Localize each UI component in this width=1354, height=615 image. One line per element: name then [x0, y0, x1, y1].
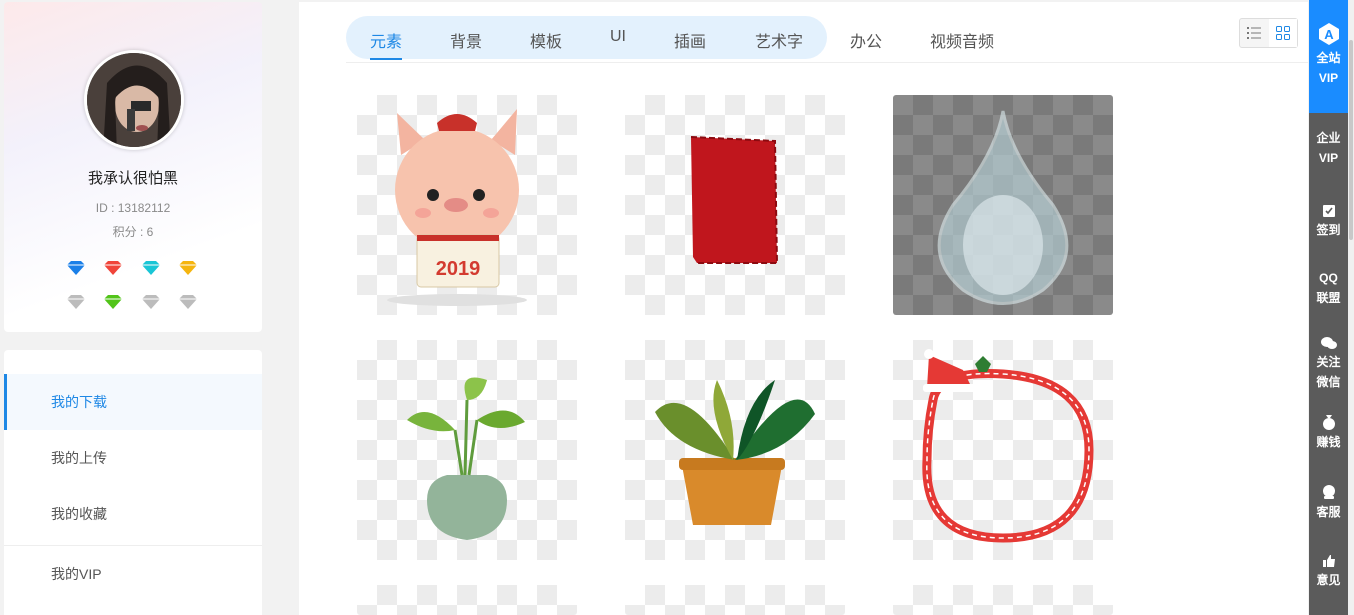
- gold-diamond-icon[interactable]: [178, 260, 198, 276]
- sidebar-label: 全站: [1316, 51, 1341, 65]
- sidebar-label: 赚钱: [1316, 435, 1341, 449]
- tab-templates[interactable]: 模板: [530, 28, 562, 52]
- blue-diamond-icon[interactable]: [66, 260, 86, 276]
- menu-item-uploads[interactable]: 我的上传: [4, 430, 262, 486]
- sidebar-label: 微信: [1316, 375, 1341, 389]
- red-diamond-icon[interactable]: [103, 260, 123, 276]
- potted-leaf-plant-element[interactable]: [625, 340, 845, 560]
- gray-diamond-icon[interactable]: [141, 294, 161, 310]
- wechat-icon: [1320, 337, 1337, 349]
- gray-diamond-icon[interactable]: [178, 294, 198, 310]
- badge-row: [66, 294, 198, 310]
- sidebar-label: QQ: [1319, 271, 1338, 285]
- grid-item[interactable]: [625, 585, 845, 615]
- sidebar-label: VIP: [1318, 151, 1339, 165]
- tab-illustrations[interactable]: 插画: [674, 28, 706, 52]
- svg-text:A: A: [1324, 27, 1334, 42]
- sidebar-item-checkin[interactable]: 签到: [1309, 204, 1348, 240]
- tab-video-audio[interactable]: 视频音频: [930, 28, 994, 52]
- customer-service-icon: [1322, 485, 1335, 499]
- user-menu: 我的下载 我的上传 我的收藏 我的VIP: [4, 350, 262, 615]
- calendar-year: 2019: [436, 258, 481, 280]
- sidebar-label: 企业: [1316, 131, 1341, 145]
- sidebar-label: 客服: [1316, 505, 1341, 519]
- sidebar-item-site-vip[interactable]: A 全站 VIP: [1309, 22, 1348, 88]
- sidebar-item-wechat[interactable]: 关注 微信: [1309, 336, 1348, 392]
- badge-row: [66, 260, 198, 276]
- christmas-hat-frame-element[interactable]: [893, 340, 1113, 560]
- gray-diamond-icon[interactable]: [66, 294, 86, 310]
- grid-view-icon[interactable]: [1268, 19, 1297, 47]
- cyan-diamond-icon[interactable]: [141, 260, 161, 276]
- sidebar-label: 意见: [1316, 573, 1341, 587]
- tab-elements[interactable]: 元素: [370, 28, 402, 52]
- user-id: ID : 13182112: [95, 201, 171, 215]
- menu-item-vip[interactable]: 我的VIP: [4, 546, 262, 602]
- green-diamond-icon[interactable]: [103, 294, 123, 310]
- scrollbar-thumb[interactable]: [1349, 40, 1353, 240]
- red-seal-stamp-element[interactable]: [625, 95, 845, 315]
- main-panel: 元素 背景 模板 UI 插画 艺术字 办公 视频音频 2019: [299, 2, 1308, 615]
- sidebar-label: 关注: [1316, 355, 1341, 369]
- sidebar-label: VIP: [1318, 71, 1339, 85]
- tab-ui[interactable]: UI: [610, 28, 626, 46]
- vip-a-icon: A: [1318, 23, 1339, 45]
- active-tab-indicator: [370, 58, 402, 60]
- sidebar-item-feedback[interactable]: 意见: [1309, 554, 1348, 590]
- pig-2019-element[interactable]: 2019: [357, 95, 577, 315]
- menu-item-downloads[interactable]: 我的下载: [4, 374, 262, 430]
- grid-item[interactable]: [357, 585, 577, 615]
- username: 我承认很怕黑: [87, 170, 178, 187]
- thumbs-up-icon: [1322, 555, 1335, 567]
- potted-green-plant-element[interactable]: [357, 340, 577, 560]
- menu-item-favorites[interactable]: 我的收藏: [4, 486, 262, 542]
- sidebar-item-customer-service[interactable]: 客服: [1309, 484, 1348, 522]
- sidebar-label: 签到: [1316, 223, 1341, 237]
- view-toggle: [1239, 18, 1298, 48]
- profile-card: 我承认很怕黑 ID : 13182112 积分 : 6: [4, 2, 262, 332]
- sidebar-item-qq-union[interactable]: QQ 联盟: [1309, 268, 1348, 308]
- sidebar-item-earn[interactable]: 赚钱: [1309, 414, 1348, 452]
- avatar[interactable]: [84, 50, 184, 150]
- list-view-icon[interactable]: [1240, 19, 1269, 47]
- sidebar-label: 联盟: [1316, 291, 1341, 305]
- tab-office[interactable]: 办公: [850, 28, 882, 52]
- sidebar-item-enterprise-vip[interactable]: 企业 VIP: [1309, 128, 1348, 168]
- grid-item[interactable]: [893, 585, 1113, 615]
- tabs-divider: [346, 62, 1308, 63]
- water-drop-element[interactable]: [893, 95, 1113, 315]
- tab-backgrounds[interactable]: 背景: [450, 28, 482, 52]
- tab-word-art[interactable]: 艺术字: [755, 28, 803, 52]
- right-sidebar: A 全站 VIP 企业 VIP 签到 QQ 联盟 关注 微信 赚钱 客服 意见: [1309, 0, 1348, 615]
- user-points: 积分 : 6: [112, 225, 154, 239]
- money-bag-icon: [1322, 415, 1335, 430]
- checkin-icon: [1322, 205, 1335, 217]
